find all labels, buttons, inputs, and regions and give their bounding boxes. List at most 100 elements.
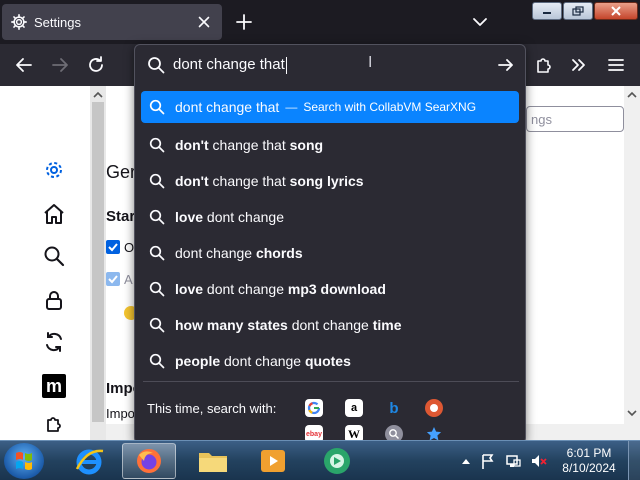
- suggestion-list: dont change that — Search with CollabVM …: [141, 91, 519, 379]
- new-tab-plus-icon[interactable]: [234, 12, 254, 32]
- duck-face: [430, 404, 438, 412]
- speaker-muted-icon[interactable]: [530, 451, 548, 471]
- suggestion-text: don't change that song: [175, 137, 323, 153]
- search-icon: [149, 353, 165, 369]
- suggestion-bold-prefix: how many states: [175, 317, 288, 333]
- search-icon: [149, 281, 165, 297]
- suggestion-item[interactable]: how many states dont change time: [141, 307, 519, 343]
- suggestion-plain: dont change: [220, 353, 305, 369]
- restore-icon: [572, 6, 584, 16]
- suggestion-bold-prefix: love: [175, 281, 204, 297]
- window-close-button[interactable]: [594, 2, 638, 20]
- suggestion-text: love dont change: [175, 209, 284, 225]
- suggestion-item[interactable]: people dont change quotes: [141, 343, 519, 379]
- tab-settings[interactable]: Settings: [2, 4, 222, 40]
- more-from-mozilla-icon[interactable]: m: [42, 374, 66, 398]
- clock-date: 8/10/2024: [562, 461, 616, 475]
- go-arrow-icon[interactable]: [497, 56, 515, 74]
- import-text-partial: Impo: [106, 406, 135, 421]
- taskbar-firefox[interactable]: [122, 443, 176, 479]
- suggestion-item[interactable]: dont change chords: [141, 235, 519, 271]
- taskbar-file-explorer[interactable]: [186, 443, 240, 479]
- amazon-icon[interactable]: a: [345, 399, 363, 417]
- home-icon[interactable]: [42, 202, 66, 226]
- back-arrow-icon[interactable]: [14, 55, 34, 75]
- minimize-button[interactable]: [532, 2, 562, 20]
- reload-icon[interactable]: [86, 55, 106, 75]
- system-clock[interactable]: 6:01 PM 8/10/2024: [556, 446, 622, 476]
- tab-title: Settings: [34, 14, 81, 30]
- suggestion-action: Search with CollabVM SearXNG: [303, 100, 477, 114]
- suggestion-item[interactable]: don't change that song: [141, 127, 519, 163]
- search-icon: [149, 209, 165, 225]
- checkbox-checked[interactable]: [106, 240, 120, 254]
- suggestion-text: don't change that song lyrics: [175, 173, 364, 189]
- lock-icon[interactable]: [42, 288, 66, 312]
- action-center-flag-icon[interactable]: [480, 451, 496, 471]
- suggestion-plain: change that: [208, 173, 290, 189]
- tab-bar: Settings: [0, 0, 640, 44]
- suggestion-text: dont change that: [175, 99, 280, 115]
- suggestion-bold-prefix: don't: [175, 137, 209, 153]
- sync-icon[interactable]: [42, 330, 66, 354]
- restore-button[interactable]: [563, 2, 593, 20]
- text-caret: [285, 56, 287, 74]
- suggestion-item[interactable]: love dont change: [141, 199, 519, 235]
- suggestion-plain: dont change: [203, 281, 288, 297]
- gear-icon[interactable]: [42, 158, 66, 182]
- media-center-icon: [324, 448, 350, 474]
- hamburger-menu-icon[interactable]: [606, 55, 626, 75]
- find-placeholder: ngs: [531, 112, 552, 127]
- taskbar-app-green[interactable]: [310, 443, 364, 479]
- scroll-up-arrow-icon[interactable]: [90, 88, 106, 102]
- suggestion-bold-prefix: people: [175, 353, 221, 369]
- chevron-down-icon[interactable]: [470, 12, 490, 32]
- search-icon: [149, 245, 165, 261]
- divider: [143, 381, 519, 382]
- forward-arrow-icon[interactable]: [50, 55, 70, 75]
- extensions-puzzle-icon[interactable]: [534, 55, 554, 75]
- extensions-puzzle-icon[interactable]: [42, 414, 66, 434]
- page-heading-partial: Ger: [106, 162, 137, 182]
- taskbar-internet-explorer[interactable]: [62, 443, 116, 479]
- search-icon: [148, 57, 165, 74]
- suggestion-bold-suffix: mp3 download: [287, 281, 386, 297]
- google-icon: [307, 401, 321, 415]
- suggestion-separator: —: [285, 100, 298, 114]
- suggestion-bold-prefix: love: [175, 209, 204, 225]
- taskbar-media-player[interactable]: [246, 443, 300, 479]
- suggestion-bold-suffix: song lyrics: [289, 173, 364, 189]
- bing-icon[interactable]: b: [385, 399, 403, 417]
- suggestion-selected[interactable]: dont change that — Search with CollabVM …: [141, 91, 519, 123]
- urlbar-panel: dont change that I dont change that — Se…: [134, 44, 526, 444]
- google-icon[interactable]: [305, 399, 323, 417]
- chevron-up-icon[interactable]: [460, 451, 472, 471]
- gear-icon: [11, 14, 27, 30]
- scroll-down-arrow-icon[interactable]: [624, 406, 640, 420]
- suggestion-plain: dont change: [175, 245, 256, 261]
- suggestion-item[interactable]: love dont change mp3 download: [141, 271, 519, 307]
- search-icon: [149, 173, 165, 189]
- suggestion-text: love dont change mp3 download: [175, 281, 386, 297]
- system-tray: [460, 451, 548, 471]
- start-button[interactable]: [4, 443, 44, 479]
- overflow-menu-icon[interactable]: [569, 55, 589, 75]
- page-scrollbar[interactable]: [624, 86, 640, 440]
- search-icon[interactable]: [42, 244, 66, 268]
- duckduckgo-icon[interactable]: [425, 399, 443, 417]
- close-icon[interactable]: [196, 14, 212, 30]
- network-icon[interactable]: [504, 451, 522, 471]
- folder-icon: [199, 453, 227, 472]
- scrollbar-thumb[interactable]: [92, 102, 104, 422]
- address-input[interactable]: dont change that: [173, 56, 287, 74]
- suggestion-item[interactable]: don't change that song lyrics: [141, 163, 519, 199]
- sidebar-scrollbar[interactable]: [90, 86, 106, 440]
- show-desktop-button[interactable]: [628, 441, 640, 480]
- search-icon: [149, 99, 165, 115]
- find-in-settings-input[interactable]: ngs: [526, 106, 624, 132]
- address-bar[interactable]: dont change that: [135, 45, 525, 85]
- minimize-icon: [543, 12, 551, 14]
- checkbox-label-partial: O: [124, 240, 135, 255]
- checkmark-icon: [108, 275, 118, 284]
- scroll-up-arrow-icon[interactable]: [624, 88, 640, 102]
